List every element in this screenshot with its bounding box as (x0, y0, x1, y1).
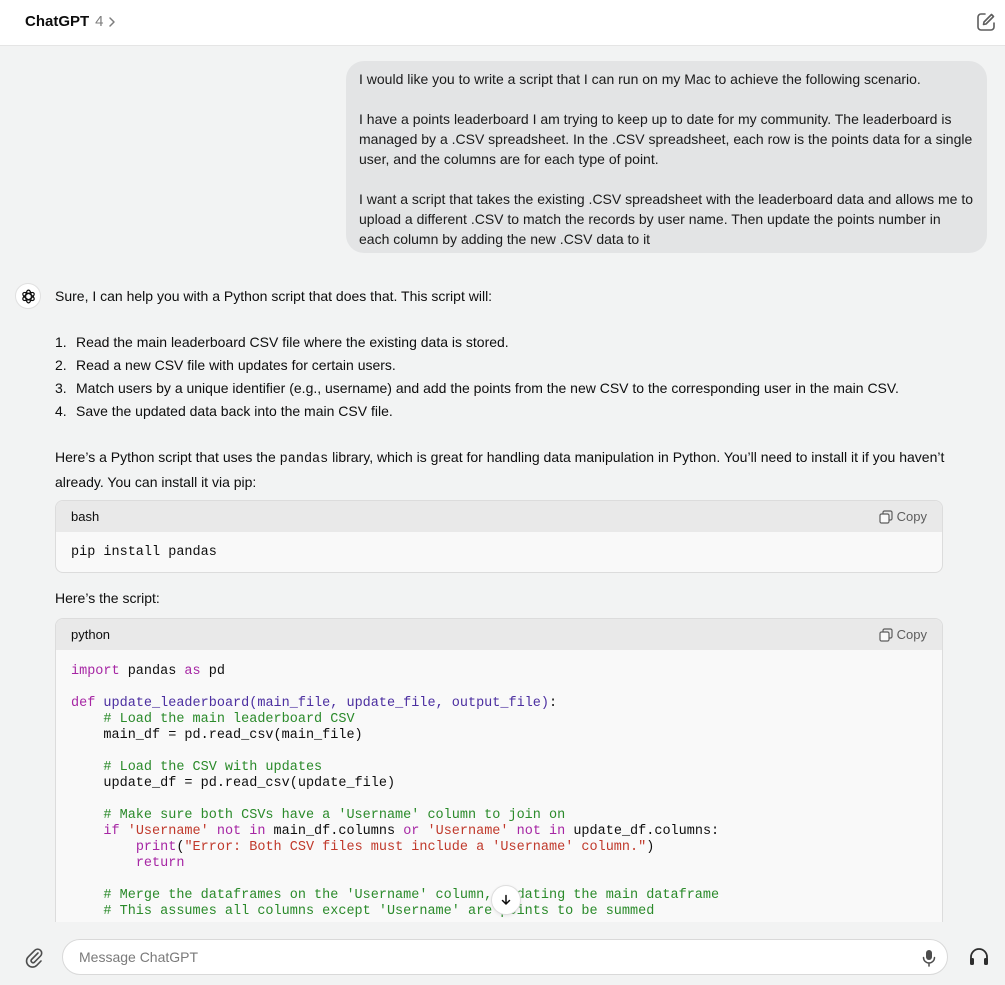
code-block-bash: bash Copy pip install pandas (55, 500, 943, 573)
user-message-paragraph: I have a points leaderboard I am trying … (359, 111, 973, 167)
step-text: Save the updated data back into the main… (76, 403, 393, 419)
copy-icon (879, 509, 893, 524)
step-text: Read the main leaderboard CSV file where… (76, 334, 509, 350)
list-item: 1. Read the main leaderboard CSV file whe… (55, 331, 899, 354)
headphones-icon[interactable] (968, 946, 990, 968)
model-version: 4 (95, 13, 104, 30)
user-message-paragraph: I want a script that takes the existing … (359, 191, 974, 247)
steps-list: 1. Read the main leaderboard CSV file whe… (55, 331, 899, 423)
user-message-paragraph: I would like you to write a script that … (359, 71, 921, 87)
text-span: Here’s a Python script that uses the (55, 449, 280, 465)
code-block-header: python Copy (56, 619, 942, 650)
list-item: 4. Save the updated data back into the ma… (55, 400, 899, 423)
new-chat-icon[interactable] (975, 11, 997, 33)
assistant-paragraph: Here’s the script: (55, 590, 160, 606)
paperclip-icon[interactable] (24, 946, 44, 968)
openai-logo-icon (21, 289, 35, 303)
assistant-intro: Sure, I can help you with a Python scrip… (55, 288, 493, 304)
assistant-avatar (15, 283, 41, 309)
scroll-to-bottom-button[interactable] (491, 885, 521, 915)
list-item: 3. Match users by a unique identifier (e.… (55, 377, 899, 400)
inline-code: pandas (279, 452, 329, 467)
model-selector[interactable]: ChatGPT 4 (25, 13, 117, 30)
message-input-container (62, 939, 948, 975)
copy-label: Copy (896, 627, 927, 642)
code-content: pip install pandas (71, 545, 217, 560)
top-bar: ChatGPT 4 (0, 0, 1005, 46)
step-text: Read a new CSV file with updates for cer… (76, 357, 396, 373)
list-item: 2. Read a new CSV file with updates for c… (55, 354, 899, 377)
code-language: bash (71, 509, 100, 524)
user-message: I would like you to write a script that … (346, 61, 987, 253)
app-name: ChatGPT (25, 13, 90, 30)
copy-label: Copy (896, 509, 927, 524)
message-input[interactable] (79, 940, 899, 974)
copy-icon (879, 627, 893, 642)
copy-code-button[interactable]: Copy (879, 509, 927, 524)
code-block-header: bash Copy (56, 501, 942, 532)
step-text: Match users by a unique identifier (e.g.… (76, 380, 899, 396)
assistant-paragraph: Here’s a Python script that uses the pan… (55, 446, 955, 494)
arrow-down-icon (501, 894, 511, 905)
chevron-right-icon (107, 16, 117, 28)
copy-code-button[interactable]: Copy (879, 627, 927, 642)
code-language: python (71, 627, 111, 642)
microphone-icon[interactable] (921, 949, 937, 967)
